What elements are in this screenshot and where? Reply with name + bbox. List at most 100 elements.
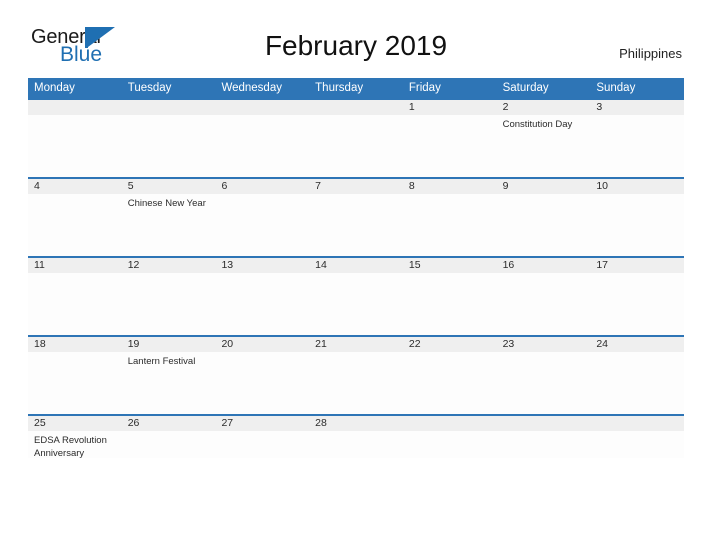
day-event[interactable]: [215, 273, 309, 335]
day-number[interactable]: 27: [215, 416, 309, 431]
day-event[interactable]: [403, 194, 497, 256]
day-event[interactable]: Chinese New Year: [122, 194, 216, 256]
day-number[interactable]: 9: [497, 179, 591, 194]
day-number[interactable]: [590, 416, 684, 431]
day-event[interactable]: [309, 115, 403, 177]
day-number[interactable]: [309, 100, 403, 115]
day-number[interactable]: [122, 100, 216, 115]
day-event[interactable]: [28, 194, 122, 256]
day-number[interactable]: 11: [28, 258, 122, 273]
week-date-band: 18 19 20 21 22 23 24: [28, 337, 684, 352]
day-number[interactable]: 28: [309, 416, 403, 431]
day-event[interactable]: [403, 431, 497, 458]
day-event[interactable]: [28, 115, 122, 177]
day-number[interactable]: 4: [28, 179, 122, 194]
day-event[interactable]: [590, 115, 684, 177]
day-number[interactable]: 10: [590, 179, 684, 194]
day-event[interactable]: [403, 352, 497, 414]
day-event[interactable]: [590, 273, 684, 335]
week-date-band: 1 2 3: [28, 100, 684, 115]
page-title: February 2019: [264, 30, 448, 61]
day-event[interactable]: [309, 431, 403, 458]
day-event[interactable]: Constitution Day: [497, 115, 591, 177]
day-number[interactable]: 5: [122, 179, 216, 194]
day-event[interactable]: [403, 115, 497, 177]
day-number[interactable]: 14: [309, 258, 403, 273]
day-event[interactable]: [309, 194, 403, 256]
day-event[interactable]: [122, 431, 216, 458]
day-event[interactable]: [309, 273, 403, 335]
day-event[interactable]: [309, 352, 403, 414]
day-event[interactable]: EDSA Revolution Anniversary: [28, 431, 122, 459]
day-number[interactable]: 2: [497, 100, 591, 115]
week-row: 1 2 3 Constitution Day: [28, 98, 684, 177]
week-date-band: 4 5 6 7 8 9 10: [28, 179, 684, 194]
week-date-band: 25 26 27 28: [28, 416, 684, 431]
day-event[interactable]: [590, 194, 684, 256]
day-number[interactable]: [28, 100, 122, 115]
day-number[interactable]: 20: [215, 337, 309, 352]
week-date-band: 11 12 13 14 15 16 17: [28, 258, 684, 273]
weekday-header-saturday: Saturday: [502, 82, 549, 94]
day-number[interactable]: 25: [28, 416, 122, 431]
day-number[interactable]: [497, 416, 591, 431]
day-event[interactable]: [590, 431, 684, 458]
day-event[interactable]: [28, 352, 122, 414]
day-number[interactable]: 19: [122, 337, 216, 352]
day-event[interactable]: [215, 194, 309, 256]
day-event[interactable]: [122, 115, 216, 177]
weekday-header-thursday: Thursday: [315, 82, 364, 94]
day-number[interactable]: 18: [28, 337, 122, 352]
day-event[interactable]: [497, 194, 591, 256]
week-event-band: Lantern Festival: [28, 352, 684, 414]
week-row: 11 12 13 14 15 16 17: [28, 256, 684, 335]
weekday-header-row: Monday Tuesday Wednesday Thursday Friday…: [28, 78, 684, 98]
week-event-band: [28, 273, 684, 335]
week-row: 4 5 6 7 8 9 10 Chinese New Year: [28, 177, 684, 256]
day-number[interactable]: 7: [309, 179, 403, 194]
day-event[interactable]: [122, 273, 216, 335]
week-row: 25 26 27 28 EDSA Revolution Anniversary: [28, 414, 684, 459]
week-event-band: Chinese New Year: [28, 194, 684, 256]
day-event[interactable]: [28, 273, 122, 335]
weekday-header-tuesday: Tuesday: [127, 82, 172, 94]
day-number[interactable]: 13: [215, 258, 309, 273]
day-event[interactable]: [215, 431, 309, 458]
calendar-page: General Blue February 2019 Philippines M…: [0, 0, 712, 550]
weekday-header-wednesday: Wednesday: [221, 82, 282, 94]
day-number[interactable]: 16: [497, 258, 591, 273]
day-number[interactable]: 21: [309, 337, 403, 352]
day-event[interactable]: [215, 352, 309, 414]
weekday-header-monday: Monday: [34, 82, 75, 94]
event-label: EDSA Revolution Anniversary: [34, 435, 107, 459]
country-label: Philippines: [619, 46, 682, 61]
weekday-header-friday: Friday: [408, 82, 441, 94]
day-number[interactable]: 3: [590, 100, 684, 115]
day-number[interactable]: 12: [122, 258, 216, 273]
day-event[interactable]: [497, 352, 591, 414]
day-number[interactable]: [215, 100, 309, 115]
day-number[interactable]: 26: [122, 416, 216, 431]
day-number[interactable]: [403, 416, 497, 431]
day-event[interactable]: [590, 352, 684, 414]
event-label: Constitution Day: [502, 119, 573, 130]
day-number[interactable]: 1: [403, 100, 497, 115]
week-event-band: Constitution Day: [28, 115, 684, 177]
week-event-band: EDSA Revolution Anniversary: [28, 431, 684, 459]
day-number[interactable]: 24: [590, 337, 684, 352]
day-number[interactable]: 8: [403, 179, 497, 194]
day-number[interactable]: 22: [403, 337, 497, 352]
day-number[interactable]: 15: [403, 258, 497, 273]
day-event[interactable]: [497, 431, 591, 458]
day-number[interactable]: 6: [215, 179, 309, 194]
day-number[interactable]: 17: [590, 258, 684, 273]
day-event[interactable]: [497, 273, 591, 335]
day-event[interactable]: Lantern Festival: [122, 352, 216, 414]
day-event[interactable]: [215, 115, 309, 177]
day-event[interactable]: [403, 273, 497, 335]
day-number[interactable]: 23: [497, 337, 591, 352]
weekday-header-sunday: Sunday: [596, 82, 636, 94]
event-label: Lantern Festival: [127, 356, 196, 367]
page-header: General Blue February 2019 Philippines: [0, 0, 712, 65]
event-label: Chinese New Year: [127, 198, 206, 209]
